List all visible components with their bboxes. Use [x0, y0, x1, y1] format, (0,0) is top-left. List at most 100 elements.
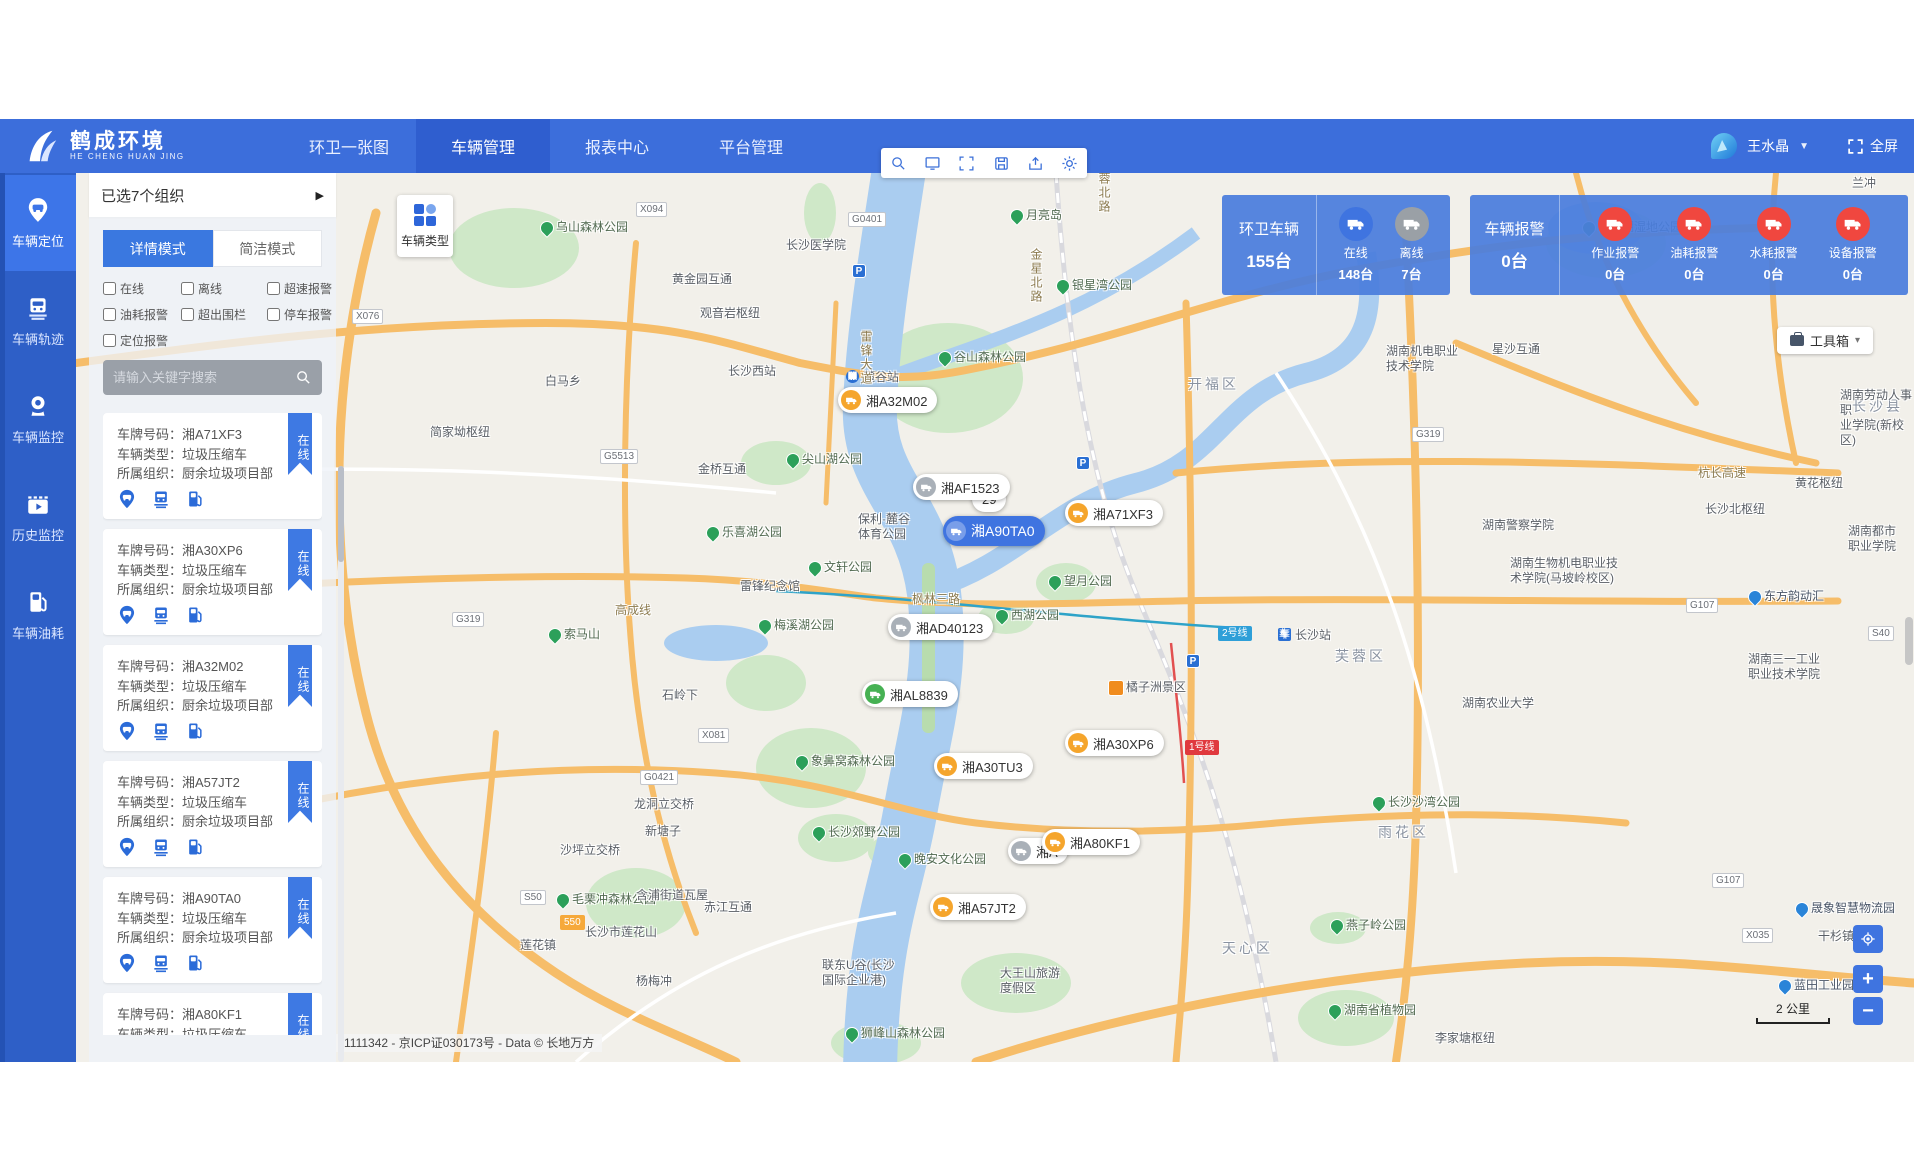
filter-checkbox[interactable]: 定位报警 — [103, 332, 181, 349]
locate-vehicle-icon[interactable] — [117, 953, 137, 973]
checkbox-input[interactable] — [103, 308, 116, 321]
search-icon[interactable] — [295, 369, 312, 386]
vehicle-marker[interactable]: 湘AL8839 — [862, 681, 958, 707]
track-playback-icon[interactable] — [151, 489, 171, 509]
nav-item[interactable]: 平台管理 — [684, 119, 818, 173]
vehicle-marker-label: 湘A90TA0 — [971, 521, 1035, 541]
vehicle-marker[interactable]: 湘A32M02 — [838, 387, 937, 413]
map-canvas[interactable] — [76, 173, 1914, 1062]
vehicle-type-button[interactable]: 车辆类型 — [397, 195, 453, 257]
vehicle-marker[interactable]: 湘A30XP6 — [1065, 730, 1164, 756]
vehicle-marker[interactable]: 湘A71XF3 — [1065, 500, 1163, 526]
checkbox-input[interactable] — [103, 334, 116, 347]
fullscreen-button[interactable]: 全屏 — [1847, 136, 1898, 156]
track-playback-icon[interactable] — [151, 953, 171, 973]
checkbox-input[interactable] — [181, 308, 194, 321]
vehicle-marker[interactable]: 湘AF1523 — [913, 474, 1010, 500]
gear-icon[interactable] — [1060, 153, 1080, 173]
vehicle-card[interactable]: 车牌号码：湘A71XF3 车辆类型：垃圾压缩车 所属组织：厨余垃圾项目部 在线 — [103, 413, 322, 519]
truck-icon — [933, 897, 953, 917]
user-avatar[interactable] — [1711, 133, 1737, 159]
export-icon[interactable] — [1025, 153, 1045, 173]
checkbox-input[interactable] — [181, 282, 194, 295]
user-chevron-down-icon[interactable]: ▼ — [1799, 141, 1809, 152]
expand-arrow-icon[interactable]: ▶ — [316, 189, 324, 202]
user-name[interactable]: 王水晶 — [1747, 136, 1789, 156]
type-label: 车辆类型： — [117, 1027, 182, 1036]
nav-item[interactable]: 报表中心 — [550, 119, 684, 173]
vehicle-marker[interactable]: 湘AD40123 — [888, 614, 993, 640]
filter-checkbox[interactable]: 油耗报警 — [103, 306, 181, 323]
sidebar-item-history-monitor[interactable]: 历史监控 — [0, 469, 76, 565]
vehicle-card[interactable]: 车牌号码：湘A57JT2 车辆类型：垃圾压缩车 所属组织：厨余垃圾项目部 在线 — [103, 761, 322, 867]
vehicle-panel: 已选7个组织 ▶ 详情模式简洁模式 在线 离线 超速报警 — [89, 173, 336, 1062]
zoom-out-button[interactable]: − — [1853, 997, 1883, 1025]
fleet-online: 在线 148台 — [1338, 207, 1373, 283]
app-logo: 鹤成环境 HE CHENG HUAN JING — [0, 127, 260, 165]
vehicle-marker[interactable]: 湘A30TU3 — [934, 753, 1033, 779]
vehicle-card[interactable]: 车牌号码：湘A90TA0 车辆类型：垃圾压缩车 所属组织：厨余垃圾项目部 在线 — [103, 877, 322, 983]
scrollbar-thumb[interactable] — [338, 466, 344, 562]
vehicle-marker[interactable]: 湘A57JT2 — [930, 894, 1026, 920]
filter-label: 停车报警 — [284, 306, 332, 323]
browser-scrollbar-thumb[interactable] — [1905, 617, 1913, 665]
track-playback-icon[interactable] — [151, 605, 171, 625]
sidebar-item-vehicle-monitor[interactable]: 车辆监控 — [0, 371, 76, 467]
checkbox-input[interactable] — [267, 282, 280, 295]
filter-checkbox[interactable]: 超出围栏 — [181, 306, 267, 323]
vehicle-marker-label: 湘A30XP6 — [1093, 734, 1154, 753]
filter-label: 超速报警 — [284, 280, 332, 297]
filter-checkbox[interactable]: 超速报警 — [267, 280, 332, 297]
filter-checkbox[interactable]: 在线 — [103, 280, 181, 297]
mode-tab[interactable]: 简洁模式 — [213, 230, 323, 267]
map-decoration — [76, 173, 1914, 1062]
search-input[interactable] — [113, 370, 295, 385]
track-playback-icon[interactable] — [151, 721, 171, 741]
vehicle-card[interactable]: 车牌号码：湘A30XP6 车辆类型：垃圾压缩车 所属组织：厨余垃圾项目部 在线 — [103, 529, 322, 635]
fuel-record-icon[interactable] — [185, 837, 205, 857]
org-value: 厨余垃圾项目部 — [182, 930, 273, 945]
zoom-search-icon[interactable] — [888, 153, 908, 173]
fuel-record-icon[interactable] — [185, 489, 205, 509]
vehicle-list[interactable]: 车牌号码：湘A71XF3 车辆类型：垃圾压缩车 所属组织：厨余垃圾项目部 在线 … — [103, 413, 322, 1035]
vehicle-marker[interactable]: 湘A90TA0 — [943, 516, 1045, 546]
fuel-record-icon[interactable] — [185, 721, 205, 741]
vehicle-marker-label: 湘A30TU3 — [962, 757, 1023, 776]
org-selector[interactable]: 已选7个组织 ▶ — [89, 173, 336, 217]
fuel-record-icon[interactable] — [185, 605, 205, 625]
fuel-record-icon[interactable] — [185, 953, 205, 973]
zoom-in-button[interactable]: + — [1853, 965, 1883, 993]
sidebar-item-vehicle-fuel[interactable]: 车辆油耗 — [0, 567, 76, 663]
track-icon — [25, 295, 51, 321]
sidebar-item-vehicle-location[interactable]: 车辆定位 — [0, 175, 76, 271]
locate-vehicle-icon[interactable] — [117, 605, 137, 625]
mode-tab[interactable]: 详情模式 — [103, 230, 213, 267]
nav-item[interactable]: 车辆管理 — [416, 119, 550, 173]
fuel-icon — [25, 589, 51, 615]
org-value: 厨余垃圾项目部 — [182, 814, 273, 829]
monitor-icon[interactable] — [922, 153, 942, 173]
vehicle-card[interactable]: 车牌号码：湘A80KF1 车辆类型：垃圾压缩车 所属组织：厨余垃圾项目部 在线 — [103, 993, 322, 1035]
vehicle-card[interactable]: 车牌号码：湘A32M02 车辆类型：垃圾压缩车 所属组织：厨余垃圾项目部 在线 — [103, 645, 322, 751]
filter-checkbox[interactable]: 停车报警 — [267, 306, 332, 323]
locate-vehicle-icon[interactable] — [117, 489, 137, 509]
plate-label: 车牌号码： — [117, 891, 182, 906]
sidebar-item-vehicle-track[interactable]: 车辆轨迹 — [0, 273, 76, 369]
locate-vehicle-icon[interactable] — [117, 721, 137, 741]
map-attribution: 1111342 - 京ICP证030173号 - Data © 长地万方 — [336, 1034, 602, 1052]
track-playback-icon[interactable] — [151, 837, 171, 857]
truck-icon — [937, 756, 957, 776]
video-icon — [25, 491, 51, 517]
vehicle-marker[interactable]: 湘A80KF1 — [1042, 829, 1140, 855]
checkbox-input[interactable] — [267, 308, 280, 321]
toolbox-button[interactable]: 工具箱 ▾ — [1777, 327, 1873, 354]
checkbox-input[interactable] — [103, 282, 116, 295]
locate-vehicle-icon[interactable] — [117, 837, 137, 857]
filter-checkbox[interactable]: 离线 — [181, 280, 267, 297]
save-icon[interactable] — [991, 153, 1011, 173]
locate-button[interactable] — [1853, 925, 1883, 953]
panel-scrollbar[interactable] — [338, 466, 344, 1062]
expand-icon[interactable] — [957, 153, 977, 173]
nav-item[interactable]: 环卫一张图 — [282, 119, 416, 173]
fleet-title: 环卫车辆 — [1239, 218, 1299, 239]
